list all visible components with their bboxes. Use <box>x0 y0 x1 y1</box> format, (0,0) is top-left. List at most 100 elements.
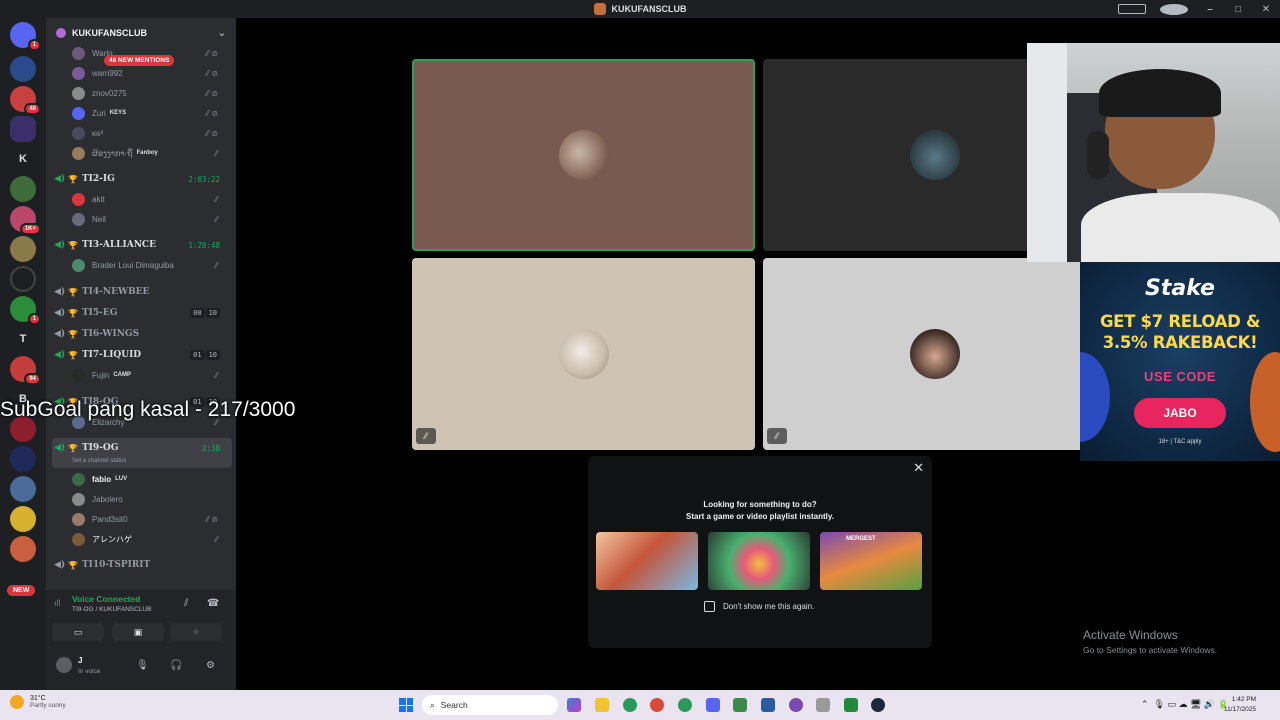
headphones-icon[interactable]: 🎧 <box>170 660 182 671</box>
voice-member[interactable]: アレンハゲ ⁄⁄ <box>72 530 228 548</box>
minimize-button[interactable]: – <box>1196 4 1224 15</box>
server-icon[interactable] <box>10 236 36 262</box>
file-explorer-icon[interactable] <box>595 698 609 712</box>
participant-tile[interactable] <box>412 59 755 251</box>
inbox-icon[interactable] <box>1118 4 1146 14</box>
chrome-icon[interactable] <box>789 698 803 712</box>
participant-tile[interactable]: ⁄⁄ <box>412 258 755 450</box>
voice-member[interactable]: Jabolero <box>72 490 228 508</box>
microphone-icon[interactable]: 🎙 <box>136 660 149 671</box>
voice-member[interactable]: warri992 ⁄⁄ ⊘ <box>72 64 228 82</box>
screen-share-button[interactable]: ▣ <box>112 623 164 641</box>
discord-home-icon[interactable]: 1 <box>10 22 41 51</box>
guild-icon <box>56 28 66 38</box>
chrome-icon[interactable] <box>623 698 637 712</box>
game-card-hex-puzzle[interactable] <box>708 532 810 590</box>
server-letter[interactable]: K <box>10 146 36 172</box>
server-icon[interactable] <box>10 266 36 292</box>
voice-channel-ti6-wings[interactable]: ◀) 🏆 TI6-WINGS <box>54 324 230 344</box>
app-icon[interactable] <box>844 698 858 712</box>
speaker-icon: ◀) <box>54 308 66 318</box>
channel-sidebar: KUKUFANSCLUB ⌄ Warlo ⁄⁄ ⊘ 48 NEW MENTION… <box>46 18 236 690</box>
disconnect-icon[interactable]: ☎ <box>207 598 219 609</box>
server-icon[interactable] <box>10 536 36 562</box>
game-card-solitaire[interactable] <box>596 532 698 590</box>
avatar <box>558 130 609 180</box>
server-icon[interactable] <box>10 446 36 472</box>
voice-member[interactable]: znov0275 ⁄⁄ ⊘ <box>72 84 228 102</box>
windows-start-icon[interactable] <box>399 698 413 712</box>
muted-icon: ⁄⁄ <box>215 534 218 544</box>
taskbar-search[interactable]: ⌕ Search <box>422 695 558 715</box>
server-icon[interactable]: 48 <box>10 86 41 115</box>
discord-icon[interactable] <box>706 698 720 712</box>
steam-icon[interactable] <box>871 698 885 712</box>
server-icon[interactable]: 1K+ <box>10 206 41 235</box>
current-user-name[interactable]: J <box>78 656 82 665</box>
server-icon[interactable] <box>10 116 36 142</box>
weather-widget[interactable]: 31°C Partly sunny <box>10 695 66 709</box>
voice-channel-path[interactable]: TI9-OG / KUKUFANSCLUB <box>72 606 151 613</box>
voice-connected-label[interactable]: Voice Connected <box>72 594 140 604</box>
app-icon[interactable] <box>816 698 830 712</box>
chrome-icon[interactable] <box>650 698 664 712</box>
deafened-icon: ⁄⁄ <box>215 148 218 158</box>
voice-channel-ti2-ig[interactable]: ◀) 🏆 TI2-IG 2:03:22 <box>54 169 230 189</box>
speaker-icon: ◀) <box>54 350 66 360</box>
voice-member[interactable]: akit ⁄⁄ <box>72 190 228 208</box>
chrome-icon[interactable] <box>678 698 692 712</box>
notes-icon[interactable] <box>733 698 747 712</box>
voice-channel-ti3-alliance[interactable]: ◀) 🏆 TI3-ALLIANCE 1:28:48 <box>54 235 230 255</box>
new-badge[interactable]: NEW <box>7 585 36 596</box>
chevron-down-icon[interactable]: ⌄ <box>218 28 226 39</box>
avatar <box>72 492 85 506</box>
maximize-button[interactable]: □ <box>1224 4 1252 15</box>
voice-member[interactable]: ĸɢ³ ⁄⁄ ⊘ <box>72 124 228 142</box>
dont-show-again-row[interactable]: Don't show me this again. <box>704 601 814 612</box>
signal-icon[interactable]: ıll <box>54 598 61 608</box>
server-icon[interactable] <box>10 506 36 532</box>
gear-icon[interactable]: ⚙ <box>206 660 215 671</box>
dont-show-again-checkbox[interactable] <box>704 601 715 612</box>
user-limit-counter: 00 10 <box>189 308 220 318</box>
ad-headline-2: 3.5% RAKEBACK! <box>1102 333 1258 352</box>
trophy-icon: 🏆 <box>68 560 78 570</box>
voice-channel-ti5-eg[interactable]: ◀) 🏆 TI5-EG 00 10 <box>54 303 230 323</box>
channel-status[interactable]: Set a channel status <box>72 458 126 464</box>
camera-button[interactable]: ▭ <box>52 623 104 641</box>
server-icon[interactable]: 94 <box>10 356 41 385</box>
activities-button[interactable]: ⁘ <box>170 623 222 641</box>
participant-tile[interactable]: ⁄⁄ <box>763 258 1106 450</box>
voice-channel-ti4-newbee[interactable]: ◀) 🏆 TI4-NEWBEE <box>54 282 230 302</box>
server-icon[interactable] <box>10 176 36 202</box>
voice-member[interactable]: ຜ້ອງງາກາ-ຖື Fanboy ⁄⁄ <box>72 144 228 162</box>
avatar <box>72 146 85 160</box>
app-icon[interactable] <box>761 698 775 712</box>
voice-member[interactable]: Zuri KEYS ⁄⁄ ⊘ <box>72 104 228 122</box>
server-letter[interactable]: T <box>10 326 36 352</box>
stake-ad-banner: Stake GET $7 RELOAD & 3.5% RAKEBACK! USE… <box>1080 262 1280 461</box>
game-card-mergest[interactable]: MERGEST <box>820 532 922 590</box>
avatar <box>72 212 85 226</box>
help-icon[interactable]: ? <box>1160 3 1188 15</box>
voice-member[interactable]: Pand3sit0 ⁄⁄ ⊘ <box>72 510 228 528</box>
voice-channel-ti10-tspirit[interactable]: ◀) 🏆 TI10-TSPIRIT <box>54 555 230 575</box>
server-icon[interactable]: 1 <box>10 296 41 325</box>
voice-channel-ti7-liquid[interactable]: ◀) 🏆 TI7-LIQUID 01 10 <box>54 345 230 365</box>
avatar[interactable] <box>56 657 72 673</box>
avatar <box>72 472 85 486</box>
copilot-icon[interactable] <box>567 698 581 712</box>
voice-member[interactable]: Brader Loui Dimaguiba ⁄⁄ <box>72 256 228 274</box>
voice-member[interactable]: Fujin CAMP ⁄⁄ <box>72 366 228 384</box>
close-window-button[interactable]: ✕ <box>1252 4 1280 15</box>
avatar <box>72 46 85 60</box>
clock[interactable]: 1:42 PM 11/17/2025 <box>1216 695 1256 715</box>
server-icon[interactable] <box>10 56 36 82</box>
deafened-icon: ⁄⁄ ⊘ <box>206 108 218 118</box>
noise-suppression-icon[interactable]: ⫽ <box>184 598 188 609</box>
voice-channel-ti9-og[interactable]: ◀) 🏆 TI9-OG 2:38 <box>54 438 230 458</box>
server-icon[interactable] <box>10 476 36 502</box>
voice-member[interactable]: fabio LUV <box>72 470 228 488</box>
close-icon[interactable]: ✕ <box>913 460 924 476</box>
voice-member[interactable]: Neil ⁄⁄ <box>72 210 228 228</box>
